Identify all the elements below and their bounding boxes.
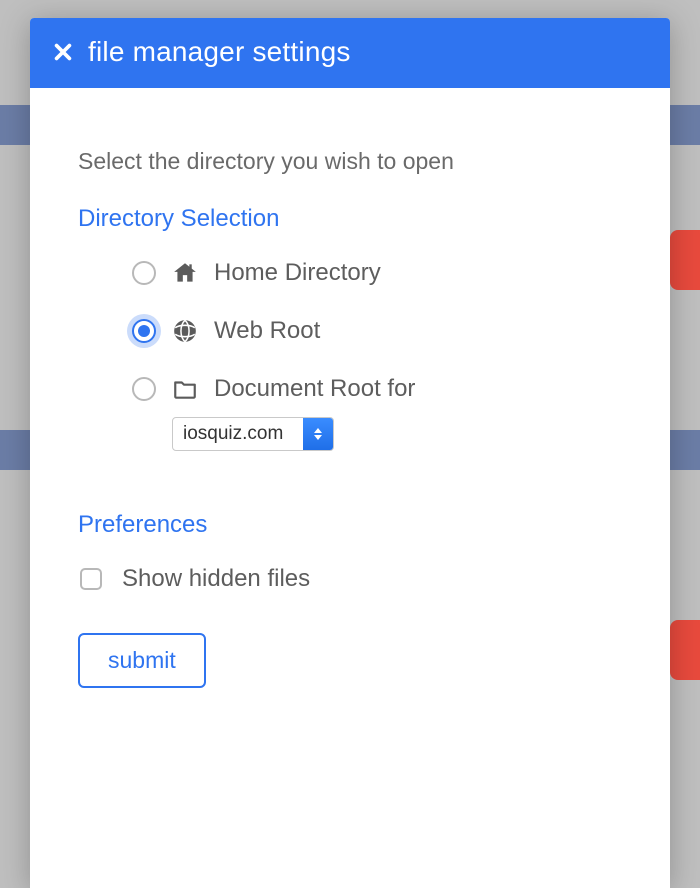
globe-icon <box>172 318 198 344</box>
radio-label: Document Root for <box>214 375 415 403</box>
checkbox-input[interactable] <box>80 568 102 590</box>
background-tile <box>670 620 700 680</box>
radio-input[interactable] <box>132 377 156 401</box>
checkbox-label: Show hidden files <box>122 565 310 593</box>
radio-input[interactable] <box>132 261 156 285</box>
modal-title: file manager settings <box>88 36 351 68</box>
modal-body: Select the directory you wish to open Di… <box>30 88 670 718</box>
radio-input[interactable] <box>132 319 156 343</box>
radio-option-document-root[interactable]: Document Root for <box>132 375 622 403</box>
settings-modal: file manager settings Select the directo… <box>30 18 670 888</box>
directory-radio-group: Home Directory Web Root <box>78 259 622 451</box>
home-icon <box>172 260 198 286</box>
radio-label: Web Root <box>214 317 320 345</box>
domain-select-value: iosquiz.com <box>173 418 303 450</box>
instruction-text: Select the directory you wish to open <box>78 148 622 175</box>
directory-section-title: Directory Selection <box>78 205 622 233</box>
pref-show-hidden[interactable]: Show hidden files <box>78 565 622 593</box>
submit-button[interactable]: submit <box>78 633 206 688</box>
domain-select[interactable]: iosquiz.com <box>172 417 334 451</box>
preferences-section: Preferences Show hidden files submit <box>78 511 622 688</box>
radio-option-web-root[interactable]: Web Root <box>132 317 622 345</box>
background-tile <box>670 230 700 290</box>
folder-icon <box>172 376 198 402</box>
preferences-section-title: Preferences <box>78 511 622 539</box>
select-caret-icon <box>303 418 333 450</box>
radio-option-home-directory[interactable]: Home Directory <box>132 259 622 287</box>
close-icon[interactable] <box>52 41 74 63</box>
radio-label: Home Directory <box>214 259 381 287</box>
modal-header: file manager settings <box>30 18 670 88</box>
